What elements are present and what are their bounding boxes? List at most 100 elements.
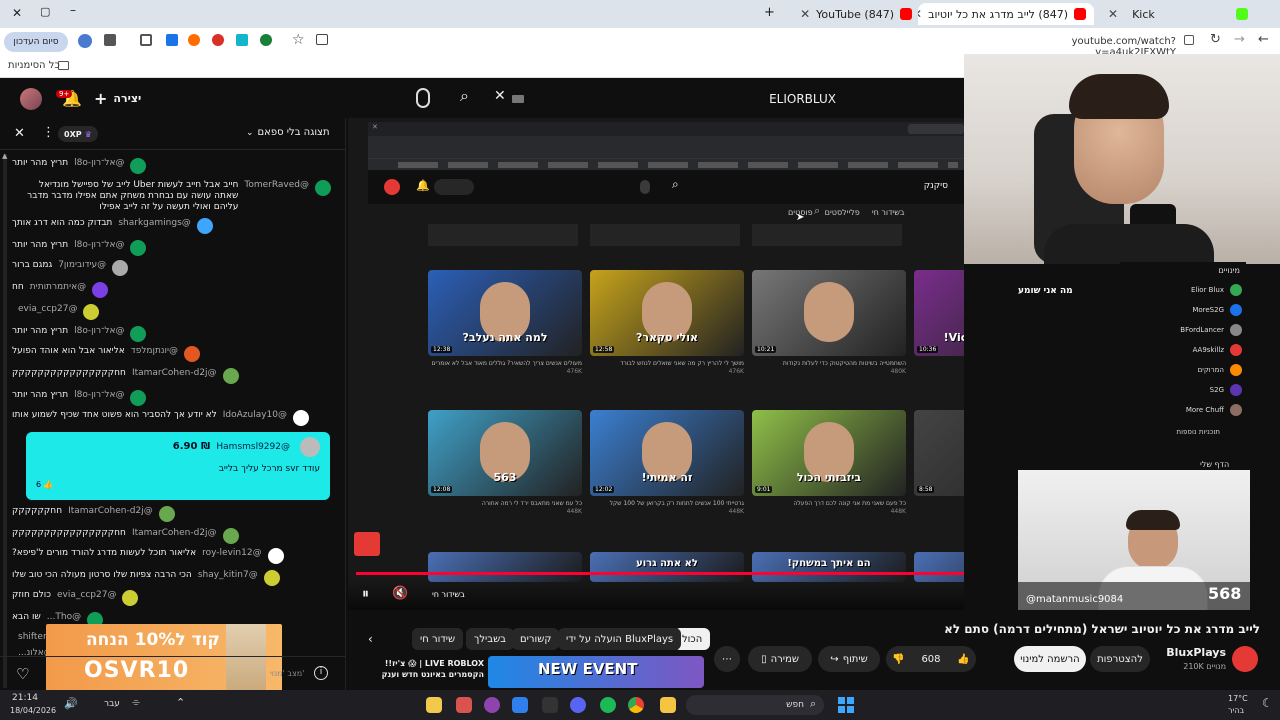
chat-author[interactable]: @ItamarCohen-d2j — [132, 368, 217, 379]
mute-icon[interactable]: 🔇 — [392, 586, 408, 601]
extension-icon[interactable] — [236, 34, 248, 46]
chat-message[interactable]: @shay_kitin7 הכי הרבה צפיות שלו סרטון מעו… — [12, 570, 331, 586]
video-thumbnail[interactable] — [914, 552, 964, 582]
tab-close-icon[interactable]: ✕ — [1108, 7, 1118, 21]
new-tab-icon[interactable]: + — [764, 5, 775, 20]
like-dislike-button[interactable]: 👎 608 👍 — [886, 646, 976, 672]
profile-icon[interactable] — [78, 34, 92, 48]
video-meta[interactable]: כל פעם שאני מת אני קונה לכם דרך הפעלה 448… — [752, 500, 906, 516]
app-terminal-icon[interactable] — [542, 697, 558, 713]
video-title-small[interactable]: נצחתי את כל ישראל עם 0 הריגות — [914, 360, 964, 368]
search-icon[interactable]: ⌕ — [460, 86, 469, 106]
chat-author[interactable]: @איתמרתותית — [30, 282, 86, 293]
window-minimize-icon[interactable]: – — [70, 3, 76, 17]
video-meta[interactable]: גרטייתי 100 אנשים לתחות רק בקרואן של 100… — [590, 500, 744, 516]
video-title-small[interactable]: כל פעם שאני מת אני קונה לכם דרך הפעלה — [752, 500, 906, 508]
window-close-icon[interactable]: ✕ — [12, 6, 22, 20]
chat-author[interactable]: @roy-levin12 — [202, 548, 261, 559]
app-chrome-icon[interactable] — [628, 697, 644, 713]
reload-icon[interactable]: ↻ — [1210, 32, 1221, 47]
avatar[interactable] — [122, 590, 139, 606]
video-title-small[interactable]: כל עמ שאני מתאבס ירד לי רמה אחורה — [428, 500, 582, 508]
chat-message[interactable]: @אל־רון-l8o תריץ מהר יותר — [12, 158, 331, 174]
app-explorer-icon[interactable] — [660, 697, 676, 713]
site-info-icon[interactable] — [1184, 35, 1194, 45]
search-input[interactable]: ELIORBLUX — [530, 92, 836, 106]
video-thumbnail[interactable]: זה אמיתי! 12:02 — [590, 410, 744, 496]
chat-author[interactable]: @evia_ccp27 — [57, 590, 116, 601]
subscribe-button[interactable]: הרשמה למינוי — [1014, 646, 1086, 672]
video-player[interactable]: ✕ 🔔 ⌕ סיקנק בשידור חי פליילסטים פוסטים ⌕… — [348, 118, 964, 610]
subscription-item[interactable]: MoreS2G — [1192, 304, 1242, 316]
chat-author[interactable]: @evia_ccp27 — [18, 304, 77, 315]
avatar[interactable] — [196, 218, 213, 234]
thumbs-up-icon[interactable]: 👍 — [957, 654, 969, 665]
info-icon[interactable]: i — [314, 666, 328, 680]
chat-author[interactable]: @IdoAzulay10 — [223, 410, 287, 421]
avatar[interactable] — [293, 410, 310, 426]
wifi-icon[interactable]: ⌯ — [132, 697, 140, 708]
video-thumbnail[interactable]: למה אתה נעלב? 12:38 — [428, 270, 582, 356]
channel-info[interactable]: BluxPlays 210K מנויים — [1160, 644, 1264, 674]
taskbar-language[interactable]: עבר — [104, 699, 120, 709]
chat-message[interactable]: @roy-levin12 אליאור תוכל לעשות מדרג להורד… — [12, 548, 331, 564]
live-badge[interactable]: בשידור חי — [432, 590, 465, 599]
chat-message[interactable]: @IdoAzulay10 לא יודע אך להסביר הוא פשוט א… — [12, 410, 331, 426]
chat-message[interactable]: @ItamarCohen-d2j חחקקקקקק — [12, 506, 331, 522]
video-title-small[interactable]: השחמטייה בשיטות מהטיקטוק כדי לעלות נקודו… — [752, 360, 906, 368]
subscription-item[interactable]: More Chuff — [1186, 404, 1242, 416]
chat-message[interactable]: @ItamarCohen-d2j חחקקקקקקקקקקקקקקקק — [12, 528, 331, 544]
share-button[interactable]: ↪ שיתוף — [818, 646, 880, 672]
chat-author[interactable]: @יונתןמלפד — [131, 346, 178, 357]
cast-icon[interactable] — [316, 34, 328, 45]
superchat-like-button[interactable]: 6 👍 — [36, 480, 53, 489]
chat-author[interactable]: @sharkgamings — [118, 218, 190, 229]
points-badge[interactable]: 0XP ♛ — [58, 126, 98, 142]
chat-message[interactable]: @אל־רון-l8o תריץ מהר יותר — [12, 240, 331, 256]
all-bookmarks-link[interactable]: כל הסימניות — [8, 60, 60, 71]
window-maximize-icon[interactable]: ▢ — [40, 5, 50, 18]
chat-author[interactable]: @אל־רון-l8o — [74, 390, 124, 401]
avatar[interactable] — [92, 282, 109, 298]
save-button[interactable]: ▯ שמירה — [748, 646, 812, 672]
avatar[interactable] — [130, 240, 147, 256]
chat-message[interactable]: @יונתןמלפד אליאור אבל הוא אוהד הפועל — [12, 346, 331, 362]
chat-author[interactable]: @אל־רון-l8o — [74, 326, 124, 337]
app-discord-icon[interactable] — [570, 697, 586, 713]
superchat-card[interactable]: @Hamsmsl9292 ₪ 6.90 עודד svr מרכל עליך ב… — [26, 432, 330, 500]
app-photos-icon[interactable] — [456, 697, 472, 713]
extension-icon[interactable] — [188, 34, 200, 46]
scroll-up-icon[interactable]: ▲ — [2, 152, 7, 160]
avatar[interactable] — [315, 180, 331, 196]
chat-message[interactable]: @אל־רון-l8o תריץ מהר יותר — [12, 326, 331, 342]
extension-icon[interactable] — [212, 34, 224, 46]
chat-message[interactable]: @TomerRaved חייב אבל חייב לעשות Uber לייב… — [12, 180, 331, 213]
video-meta[interactable]: השחמטייה בשיטות מהטיקטוק כדי לעלות נקודו… — [752, 360, 906, 376]
video-thumbnail[interactable]: Victory Royale! 10:36 — [914, 270, 964, 356]
tab-live-video[interactable]: (847) לייב מדרג את כל יוטיוב ✕ — [918, 3, 1094, 25]
tab-close-icon[interactable]: ✕ — [800, 7, 810, 21]
clear-search-icon[interactable]: ✕ — [494, 88, 506, 104]
recommended-video[interactable]: NEW EVENT LIVE ROBLOX | 😱 צ'יז!! הקסמרים… — [372, 656, 704, 688]
video-thumbnail[interactable] — [428, 552, 582, 582]
avatar[interactable] — [267, 548, 284, 564]
avatar[interactable] — [112, 260, 129, 276]
video-thumbnail[interactable]: לא אתה גרוע — [590, 552, 744, 582]
keyboard-icon[interactable] — [512, 95, 524, 103]
chat-author[interactable]: @אל־רון-l8o — [74, 240, 124, 251]
chat-message[interactable]: @evia_ccp27 — [12, 304, 331, 320]
extension-icon[interactable] — [104, 34, 116, 46]
chat-author[interactable]: @אל־רון-l8o — [74, 158, 124, 169]
avatar[interactable] — [130, 326, 147, 342]
video-meta[interactable]: זה נכשל ואני מבטיח לכם הכי טוב448K — [914, 500, 964, 516]
video-title-small[interactable]: מעולים אנשים צריך להשאיר? גוללים מאוד אב… — [428, 360, 582, 368]
chat-mode-dropdown[interactable]: תצוגה בלי ספאם ⌄ — [246, 127, 330, 138]
chat-author[interactable]: @Tho... — [47, 612, 81, 623]
tab-youtube-home[interactable]: (847) YouTube ✕ — [784, 3, 920, 25]
chat-message[interactable]: @אל־רון-l8o תריץ מהר יותר — [12, 390, 331, 406]
avatar[interactable] — [183, 346, 200, 362]
mic-icon[interactable] — [416, 88, 430, 108]
chat-input[interactable]: מצב 'מנוי' — [270, 669, 304, 678]
chat-author[interactable]: @TomerRaved — [244, 180, 309, 191]
video-thumbnail[interactable]: זה משוגע 8:58 — [914, 410, 964, 496]
